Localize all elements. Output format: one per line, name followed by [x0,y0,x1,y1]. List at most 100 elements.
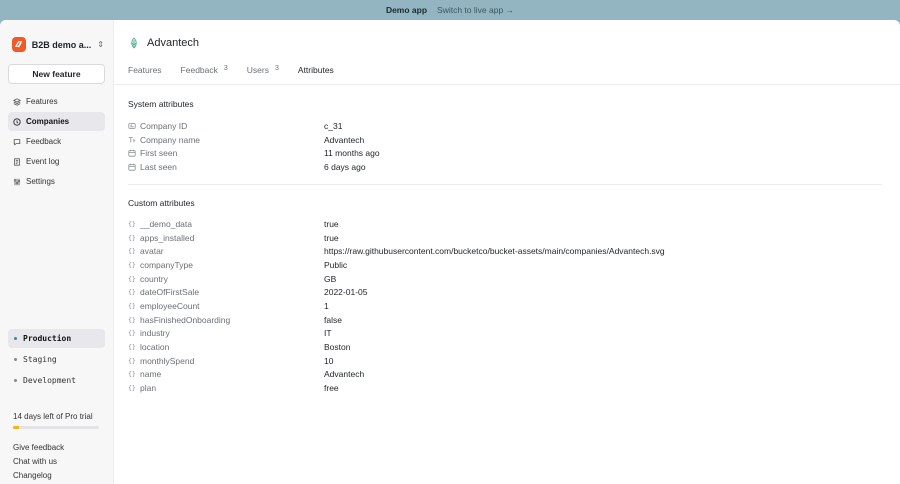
sidebar-item-companies[interactable]: Companies [8,112,105,131]
tab-users[interactable]: Users 3 [247,65,279,84]
tab-count-badge: 3 [223,65,228,72]
attribute-row: Company name Advantech [128,133,888,147]
attribute-row: {} country GB [128,272,888,286]
attribute-key-label: dateOfFirstSale [140,287,200,298]
trial-progress-bar [13,426,99,429]
attribute-key: {} avatar [128,246,324,256]
attribute-value: GB [324,273,337,284]
attribute-key: {} country [128,274,324,284]
attribute-row: {} location Boston [128,340,888,354]
tab-label: Feedback [180,65,218,75]
calendar-icon [128,163,136,171]
env-staging[interactable]: Staging [8,350,105,369]
braces-icon: {} [128,219,136,228]
company-tabs: Features Feedback 3 Users 3 Attributes [128,65,353,85]
org-logo-icon [12,37,26,52]
demo-app-label: Demo app [385,5,428,15]
env-dot-icon [14,358,17,361]
braces-icon: {} [128,247,136,256]
attribute-row: First seen 11 months ago [128,146,888,160]
attribute-key-label: avatar [140,246,164,257]
attribute-key: Last seen [128,162,324,172]
features-icon [13,97,21,106]
tab-feedback[interactable]: Feedback 3 [181,65,228,84]
sidebar-item-label: Features [26,97,58,106]
company-logo-icon [131,37,137,49]
attribute-key-label: Company ID [140,120,188,131]
attribute-key-label: industry [140,328,170,339]
sidebar-item-label: Settings [26,177,55,186]
braces-icon: {} [128,370,136,379]
attribute-key: {} location [128,342,324,352]
attribute-row: Last seen 6 days ago [128,160,888,174]
sidebar-nav: Features Companies Feedback Event log Se… [8,92,105,192]
custom-attributes-title: Custom attributes [128,198,195,208]
braces-icon: {} [128,356,136,365]
attribute-value: 11 months ago [324,148,380,159]
tab-label: Attributes [297,65,334,75]
attribute-value: true [324,232,339,243]
attribute-key-label: monthlySpend [140,355,195,366]
id-icon [128,122,136,130]
env-development[interactable]: Development [8,371,105,390]
company-header: Advantech [128,37,199,49]
attribute-value: c_31 [324,120,343,131]
attribute-key: {} name [128,369,324,379]
attribute-key: {} industry [128,328,324,338]
attribute-key: {} apps_installed [128,233,324,243]
sidebar-item-settings[interactable]: Settings [8,172,105,191]
attribute-value: Public [324,259,348,270]
switch-to-live-link[interactable]: Switch to live app → [437,5,514,15]
braces-icon: {} [128,343,136,352]
attribute-value: Boston [324,342,351,353]
page-title: Advantech [147,37,199,49]
attribute-row: {} name Advantech [128,368,888,382]
sidebar-item-label: Companies [26,117,70,126]
env-label: Staging [23,355,57,364]
braces-icon: {} [128,301,136,310]
attribute-value: https://raw.githubusercontent.com/bucket… [324,246,665,257]
tabs-divider [114,84,900,85]
section-divider [128,184,882,185]
settings-icon [13,178,21,186]
give-feedback-link[interactable]: Give feedback [13,443,64,453]
app-frame: B2B demo a... ⇕ New feature Features Com… [0,20,900,484]
braces-icon: {} [128,329,136,338]
braces-icon: {} [128,288,136,297]
chevron-updown-icon: ⇕ [97,40,104,49]
attribute-key: First seen [128,148,324,158]
braces-icon: {} [128,274,136,283]
attribute-key-label: Last seen [140,161,177,172]
event-log-icon [13,157,21,166]
braces-icon: {} [128,260,136,269]
tab-attributes[interactable]: Attributes [297,65,334,85]
attribute-row: {} employeeCount 1 [128,299,888,313]
attribute-key: {} companyType [128,260,324,270]
attribute-value: 2022-01-05 [324,287,368,298]
sidebar-links: Give feedback Chat with us Changelog [13,443,64,484]
braces-icon: {} [128,233,136,242]
attribute-row: {} plan free [128,381,888,395]
new-feature-button[interactable]: New feature [8,64,105,84]
feedback-icon [13,138,21,146]
sidebar-item-label: Feedback [26,137,62,146]
attribute-key-label: companyType [140,259,193,270]
attribute-key: {} __demo_data [128,219,324,229]
sidebar-item-features[interactable]: Features [8,92,105,111]
sidebar-item-feedback[interactable]: Feedback [8,132,105,151]
attribute-key-label: hasFinishedOnboarding [140,314,231,325]
tab-features[interactable]: Features [128,65,162,84]
attribute-key-label: employeeCount [140,300,200,311]
env-production[interactable]: Production [8,329,105,348]
attribute-row: {} avatar https://raw.githubusercontent.co… [128,244,888,258]
sidebar-item-event-log[interactable]: Event log [8,152,105,171]
tab-label: Users [246,65,269,75]
chat-with-us-link[interactable]: Chat with us [13,457,64,467]
changelog-link[interactable]: Changelog [13,471,64,481]
attribute-row: {} companyType Public [128,258,888,272]
text-icon [128,136,136,144]
org-switcher[interactable]: B2B demo a... ⇕ [12,37,104,52]
attribute-key: {} dateOfFirstSale [128,287,324,297]
attribute-key: Company ID [128,121,324,131]
attribute-value: free [324,383,339,394]
